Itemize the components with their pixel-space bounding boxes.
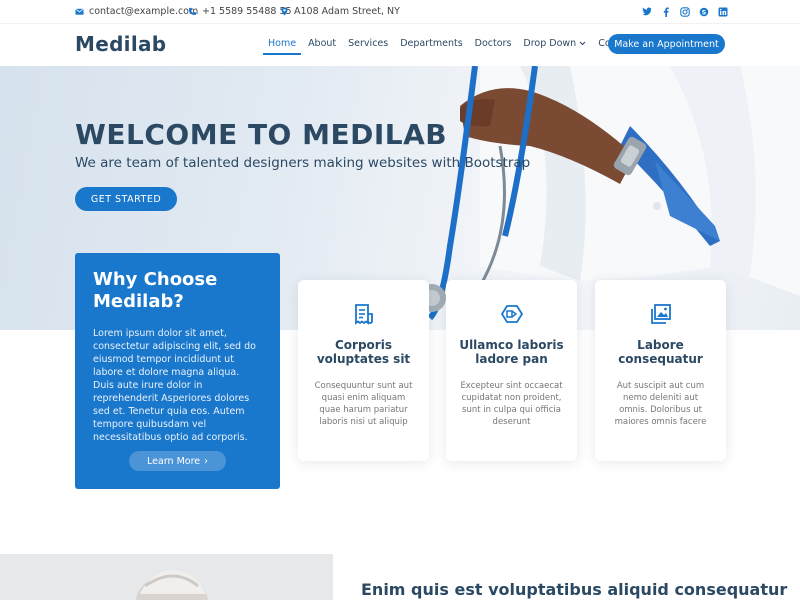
card-title: Labore consequatur: [618, 338, 703, 366]
learn-more-label: Learn More: [147, 455, 201, 467]
nav-about[interactable]: About: [302, 38, 342, 49]
nav-departments[interactable]: Departments: [394, 38, 468, 49]
feature-card: Ullamco laboris ladore pan Excepteur sin…: [446, 280, 577, 461]
topbar-phone[interactable]: +1 5589 55488 55: [188, 6, 292, 17]
hero-title: WELCOME TO MEDILAB: [75, 118, 448, 151]
phone-text: +1 5589 55488 55: [202, 6, 292, 17]
chevron-right-icon: ›: [204, 455, 208, 467]
main-header: Medilab Home About Services Departments …: [0, 24, 800, 66]
phone-icon: [188, 7, 197, 16]
email-text: contact@example.com: [89, 6, 199, 17]
nav-dropdown-label: Drop Down: [523, 38, 577, 49]
receipt-icon: [354, 304, 373, 325]
cube-icon: [500, 305, 523, 323]
feature-card: Labore consequatur Aut suscipit aut cum …: [595, 280, 726, 461]
feature-card: Corporis voluptates sit Consequuntur sun…: [298, 280, 429, 461]
linkedin-icon[interactable]: [717, 6, 728, 17]
topbar-email[interactable]: contact@example.com: [75, 6, 198, 17]
card-text: Consequuntur sunt aut quasi enim aliquam…: [314, 381, 413, 427]
about-image: [0, 554, 333, 600]
skype-icon[interactable]: S: [698, 6, 709, 17]
svg-text:S: S: [701, 8, 706, 16]
social-links: S: [641, 6, 728, 17]
address-text: A108 Adam Street, NY: [294, 6, 400, 17]
hero-subtitle: We are team of talented designers making…: [75, 155, 531, 171]
make-appointment-button[interactable]: Make an Appointment: [608, 34, 725, 54]
images-icon: [650, 304, 671, 324]
get-started-button[interactable]: GET STARTED: [75, 187, 177, 211]
chevron-down-icon: [579, 41, 586, 46]
why-title: Why Choose Medilab?: [93, 269, 218, 312]
envelope-icon: [75, 8, 84, 15]
logo[interactable]: Medilab: [75, 32, 166, 56]
card-text: Aut suscipit aut cum nemo deleniti aut o…: [614, 381, 707, 427]
why-text: Lorem ipsum dolor sit amet, consectetur …: [93, 328, 256, 443]
top-bar: contact@example.com +1 5589 55488 55 A10…: [0, 0, 800, 24]
card-title: Corporis voluptates sit: [316, 338, 411, 366]
about-photo: [0, 554, 333, 600]
about-title: Enim quis est voluptatibus aliquid conse…: [361, 580, 788, 599]
nav-doctors[interactable]: Doctors: [469, 38, 518, 49]
instagram-icon[interactable]: [679, 6, 690, 17]
main-nav: Home About Services Departments Doctors …: [262, 38, 641, 55]
map-pin-icon: [281, 7, 288, 16]
nav-dropdown[interactable]: Drop Down: [517, 38, 592, 49]
card-text: Excepteur sint occaecat cupidatat non pr…: [460, 381, 563, 427]
topbar-address: A108 Adam Street, NY: [280, 6, 400, 17]
nav-services[interactable]: Services: [342, 38, 394, 49]
learn-more-button[interactable]: Learn More ›: [129, 451, 226, 471]
facebook-icon[interactable]: [660, 6, 671, 17]
card-title: Ullamco laboris ladore pan: [459, 338, 564, 366]
twitter-icon[interactable]: [641, 6, 652, 17]
nav-home[interactable]: Home: [262, 38, 302, 55]
why-choose-box: Why Choose Medilab? Lorem ipsum dolor si…: [75, 253, 280, 489]
